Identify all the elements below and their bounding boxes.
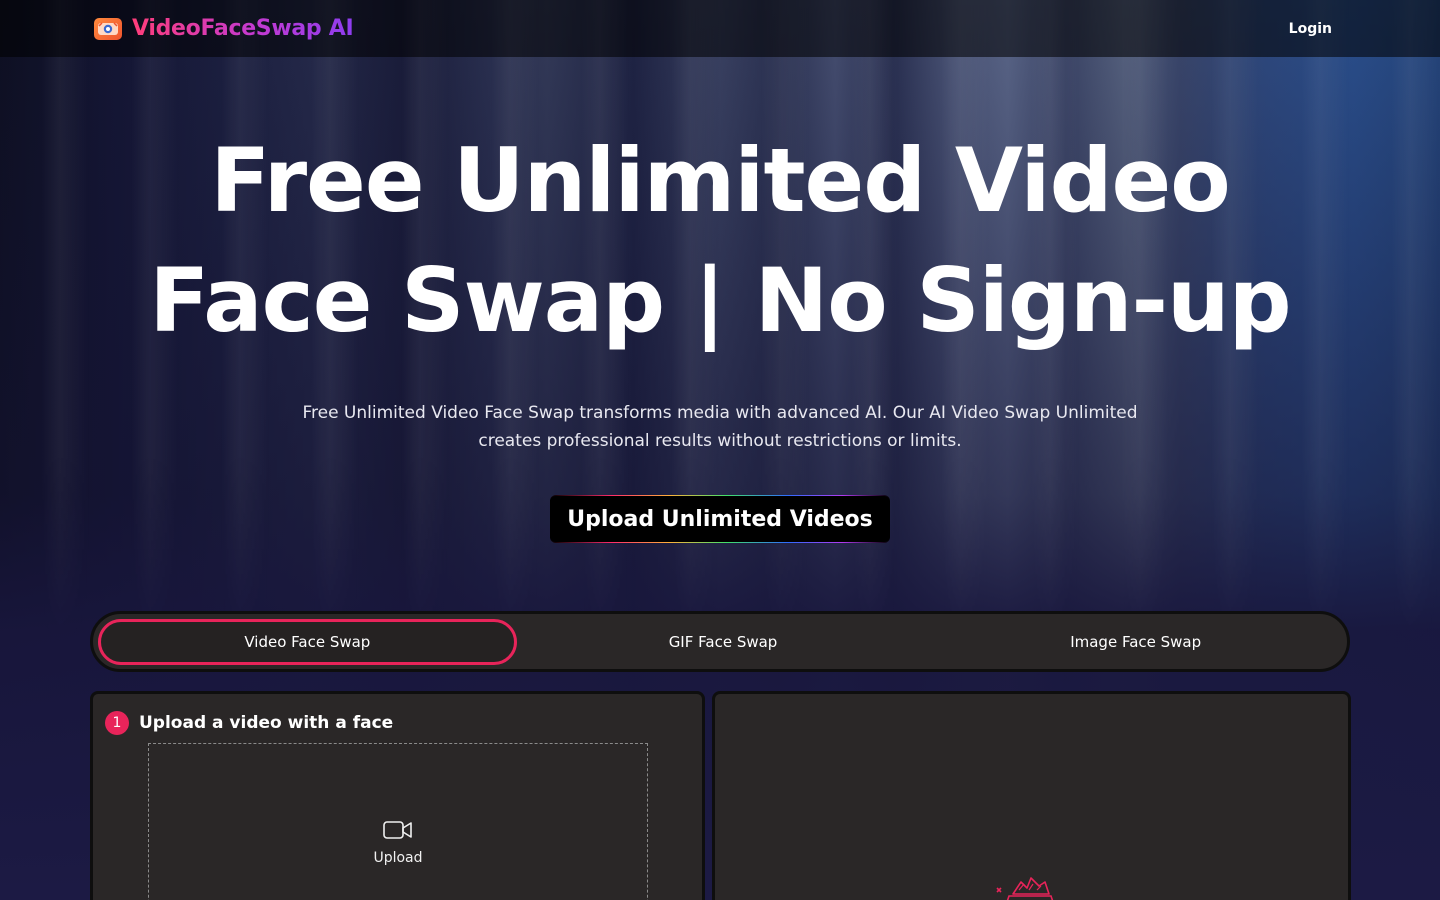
upload-panel: 1 Upload a video with a face Upload	[90, 691, 705, 900]
tab-image-face-swap[interactable]: Image Face Swap	[929, 619, 1342, 665]
upload-label: Upload	[373, 850, 423, 866]
hero-subtitle: Free Unlimited Video Face Swap transform…	[302, 403, 1138, 451]
step-number-badge: 1	[105, 711, 129, 735]
brand-name: VideoFaceSwap AI	[132, 16, 354, 41]
login-link[interactable]: Login	[1289, 21, 1332, 37]
hero-section: Free Unlimited Video Face Swap | No Sign…	[0, 121, 1440, 543]
step-title: Upload a video with a face	[139, 713, 394, 733]
swap-type-tabs: Video Face Swap GIF Face Swap Image Face…	[90, 611, 1350, 672]
video-upload-dropzone[interactable]: Upload	[148, 743, 648, 900]
face-swap-logo-icon	[94, 17, 122, 40]
site-header: VideoFaceSwap AI Login	[0, 0, 1440, 57]
step-header: 1 Upload a video with a face	[105, 711, 393, 735]
brand[interactable]: VideoFaceSwap AI	[94, 16, 354, 41]
upload-prompt: Upload	[149, 820, 647, 866]
upload-unlimited-videos-button[interactable]: Upload Unlimited Videos	[550, 496, 890, 542]
video-camera-icon	[383, 821, 413, 844]
cta-rainbow-border: Upload Unlimited Videos	[550, 495, 890, 543]
preview-panel	[712, 691, 1351, 900]
preview-placeholder-icon	[991, 868, 1067, 900]
hero-title: Free Unlimited Video Face Swap | No Sign…	[149, 129, 1291, 352]
tab-video-face-swap[interactable]: Video Face Swap	[98, 618, 517, 665]
page: VideoFaceSwap AI Login Free Unlimited Vi…	[0, 0, 1440, 900]
tab-gif-face-swap[interactable]: GIF Face Swap	[517, 619, 930, 665]
